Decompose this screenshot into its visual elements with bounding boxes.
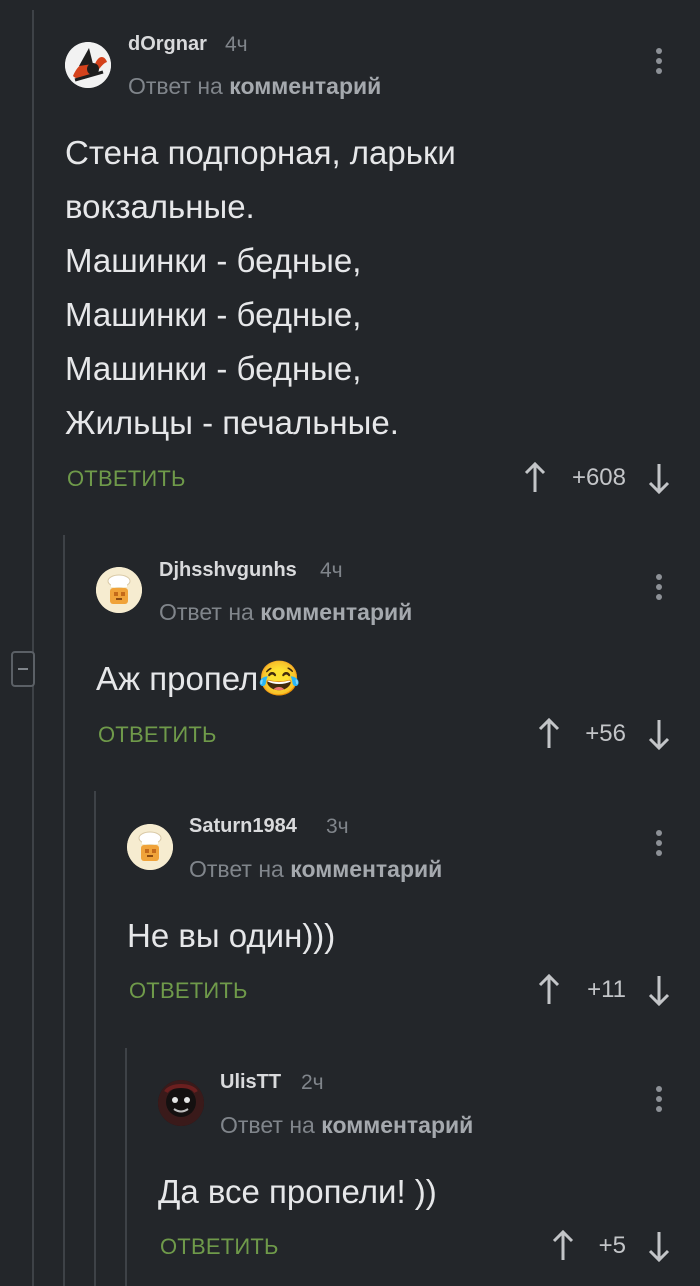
comments-page: dOrgnar 4ч Ответ на комментарий Стена по… xyxy=(0,0,700,1286)
comment: UlisTT 2ч Ответ на комментарий Да все пр… xyxy=(0,0,700,1286)
reply-to-target: комментарий xyxy=(321,1112,474,1138)
upvote-arrow-icon[interactable] xyxy=(551,1229,575,1263)
comment-time: 2ч xyxy=(301,1071,324,1094)
comment-body: Да все пропели! )) xyxy=(158,1165,437,1219)
reply-to-prefix: Ответ на xyxy=(220,1112,315,1138)
more-options-icon[interactable] xyxy=(656,1086,662,1116)
downvote-arrow-icon[interactable] xyxy=(647,1229,671,1263)
vote-score: +5 xyxy=(598,1232,626,1259)
reply-to-link[interactable]: Ответ на комментарий xyxy=(220,1112,473,1139)
username[interactable]: UlisTT xyxy=(220,1071,281,1094)
comment-line: Да все пропели! )) xyxy=(158,1173,437,1210)
reply-button[interactable]: ОТВЕТИТЬ xyxy=(160,1234,279,1260)
dark-face-avatar-icon[interactable] xyxy=(158,1080,204,1126)
